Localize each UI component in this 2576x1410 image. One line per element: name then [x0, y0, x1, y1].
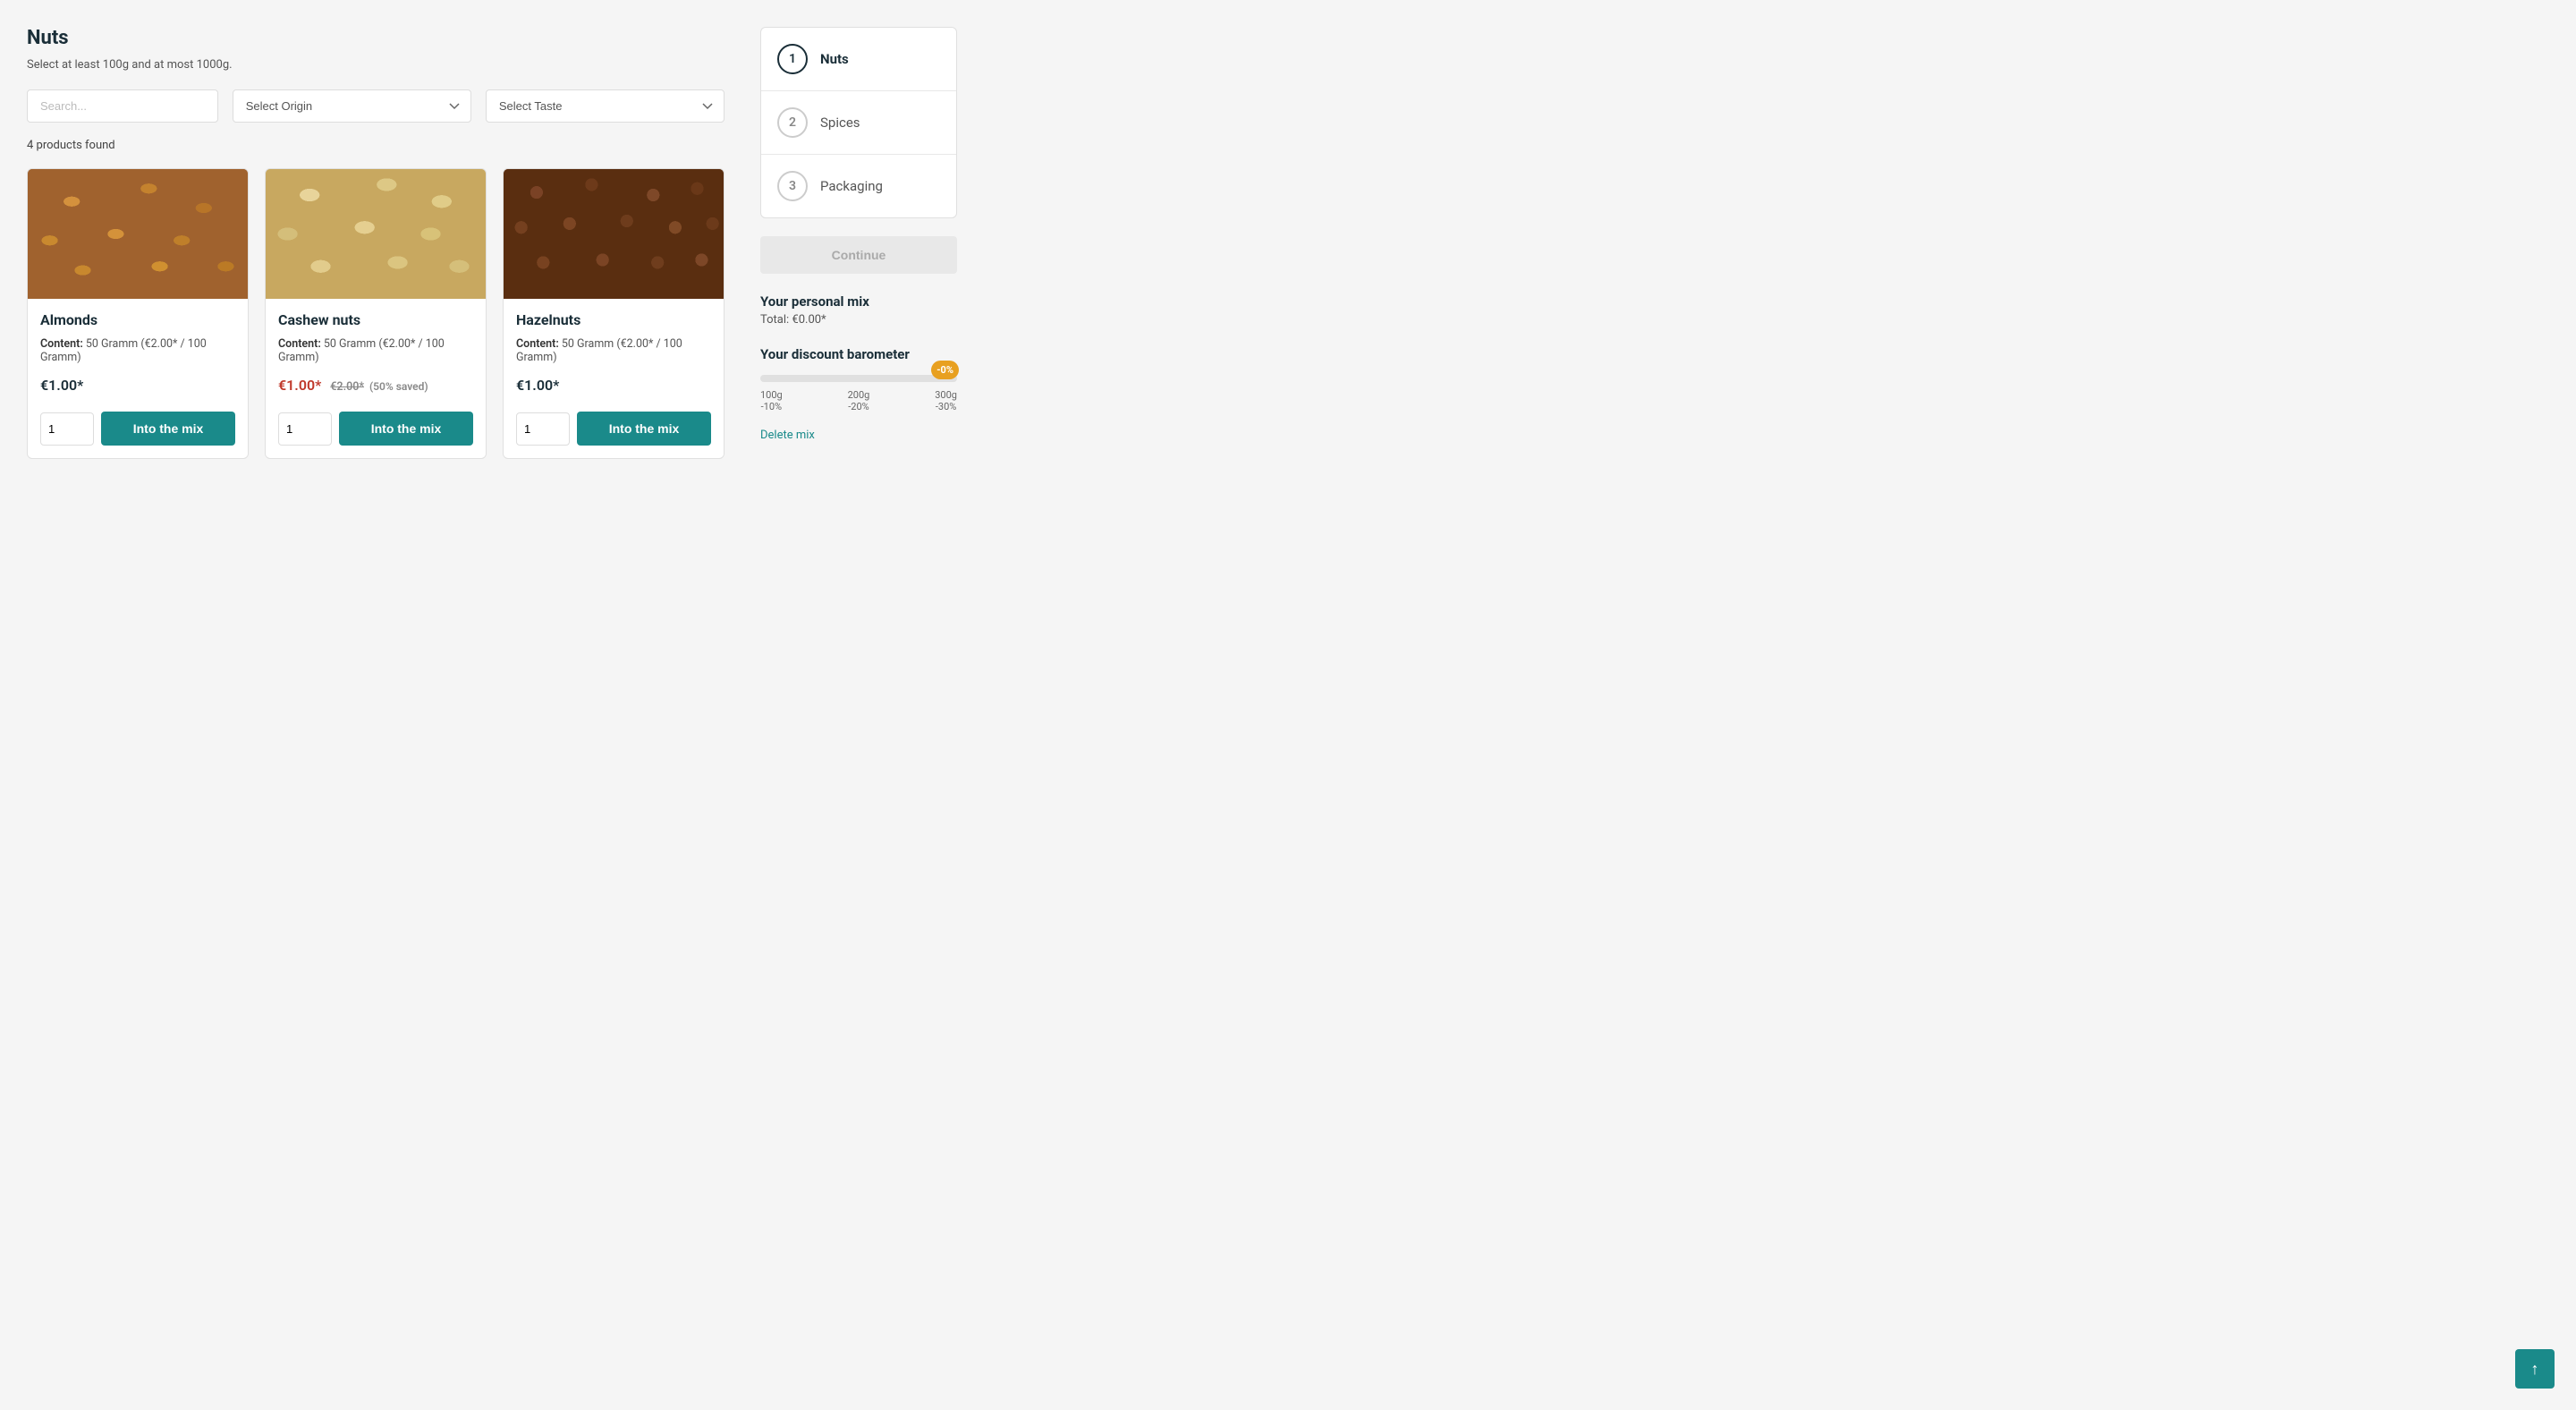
search-container	[27, 89, 218, 123]
discount-pct: -20%	[848, 401, 870, 412]
main-content: Nuts Select at least 100g and at most 10…	[27, 27, 724, 1383]
product-info: Cashew nuts Content: 50 Gramm (€2.00* / …	[266, 299, 486, 412]
product-actions: Into the mix	[504, 412, 724, 458]
filters-bar: Select Origin Europe Asia America Select…	[27, 89, 724, 123]
add-to-mix-button[interactable]: Into the mix	[339, 412, 473, 446]
products-grid: Almonds Content: 50 Gramm (€2.00* / 100 …	[27, 168, 724, 547]
sidebar: 1 Nuts 2 Spices 3 Packaging Continue You…	[760, 27, 957, 1383]
personal-mix-section: Your personal mix Total: €0.00*	[760, 293, 957, 327]
product-card: Cashew nuts Content: 50 Gramm (€2.00* / …	[265, 168, 487, 459]
discount-label-200g: 200g -20%	[848, 389, 870, 412]
discount-label-100g: 100g -10%	[760, 389, 783, 412]
page-subtitle: Select at least 100g and at most 1000g.	[27, 58, 724, 72]
continue-button[interactable]: Continue	[760, 236, 957, 274]
product-content: Content: 50 Gramm (€2.00* / 100 Gramm)	[278, 337, 473, 364]
step-item-packaging: 3 Packaging	[761, 155, 956, 217]
product-price: €1.00*	[516, 377, 711, 394]
product-info: Hazelnuts Content: 50 Gramm (€2.00* / 10…	[504, 299, 724, 412]
discount-bar-wrapper: -0%	[760, 375, 957, 382]
delete-mix-link[interactable]: Delete mix	[760, 429, 815, 442]
price-old: €2.00*	[330, 380, 364, 394]
step-circle-1: 1	[777, 44, 808, 74]
product-content: Content: 50 Gramm (€2.00* / 100 Gramm)	[40, 337, 235, 364]
content-label: Content:	[278, 337, 321, 351]
step-label-nuts: Nuts	[820, 51, 849, 67]
products-count: 4 products found	[27, 139, 724, 152]
quantity-input[interactable]	[40, 412, 94, 446]
page-title: Nuts	[27, 27, 724, 49]
search-input[interactable]	[27, 89, 218, 123]
product-image-cashews	[266, 169, 486, 299]
sale-price: €1.00*	[278, 377, 321, 394]
price-saved: (50% saved)	[369, 380, 428, 393]
add-to-mix-button[interactable]: Into the mix	[101, 412, 235, 446]
origin-filter-container: Select Origin Europe Asia America	[233, 89, 471, 123]
product-name: Hazelnuts	[516, 311, 711, 328]
discount-pct: -10%	[760, 401, 783, 412]
step-item-nuts: 1 Nuts	[761, 28, 956, 91]
taste-select[interactable]: Select Taste Sweet Salty Roasted	[486, 89, 724, 123]
discount-pct: -30%	[935, 401, 957, 412]
product-price: €1.00*	[40, 377, 235, 394]
product-info: Almonds Content: 50 Gramm (€2.00* / 100 …	[28, 299, 248, 412]
quantity-input[interactable]	[516, 412, 570, 446]
discount-barometer-title: Your discount barometer	[760, 346, 957, 362]
product-image-hazelnuts	[504, 169, 724, 299]
step-label-packaging: Packaging	[820, 178, 883, 194]
discount-amount: 300g	[935, 389, 957, 401]
product-name: Cashew nuts	[278, 311, 473, 328]
personal-mix-total: Total: €0.00*	[760, 313, 957, 327]
discount-amount: 200g	[848, 389, 870, 401]
origin-select[interactable]: Select Origin Europe Asia America	[233, 89, 471, 123]
discount-badge: -0%	[931, 361, 959, 379]
product-actions: Into the mix	[28, 412, 248, 458]
taste-filter-container: Select Taste Sweet Salty Roasted	[486, 89, 724, 123]
discount-barometer-section: Your discount barometer -0% 100g -10% 20…	[760, 346, 957, 412]
product-actions: Into the mix	[266, 412, 486, 458]
steps-card: 1 Nuts 2 Spices 3 Packaging	[760, 27, 957, 218]
step-label-spices: Spices	[820, 115, 860, 131]
scroll-to-top-button[interactable]: ↑	[2515, 1349, 2555, 1389]
product-name: Almonds	[40, 311, 235, 328]
step-circle-2: 2	[777, 107, 808, 138]
discount-bar-track: -0%	[760, 375, 957, 382]
add-to-mix-button[interactable]: Into the mix	[577, 412, 711, 446]
discount-label-300g: 300g -30%	[935, 389, 957, 412]
discount-labels: 100g -10% 200g -20% 300g -30%	[760, 389, 957, 412]
content-label: Content:	[40, 337, 83, 351]
personal-mix-title: Your personal mix	[760, 293, 957, 310]
content-label: Content:	[516, 337, 559, 351]
product-content: Content: 50 Gramm (€2.00* / 100 Gramm)	[516, 337, 711, 364]
product-card: Hazelnuts Content: 50 Gramm (€2.00* / 10…	[503, 168, 724, 459]
product-price: €1.00* €2.00* (50% saved)	[278, 377, 473, 394]
step-item-spices: 2 Spices	[761, 91, 956, 155]
discount-amount: 100g	[760, 389, 783, 401]
scroll-top-icon: ↑	[2531, 1360, 2539, 1379]
product-card: Almonds Content: 50 Gramm (€2.00* / 100 …	[27, 168, 249, 459]
step-circle-3: 3	[777, 171, 808, 201]
product-image-almonds	[28, 169, 248, 299]
quantity-input[interactable]	[278, 412, 332, 446]
